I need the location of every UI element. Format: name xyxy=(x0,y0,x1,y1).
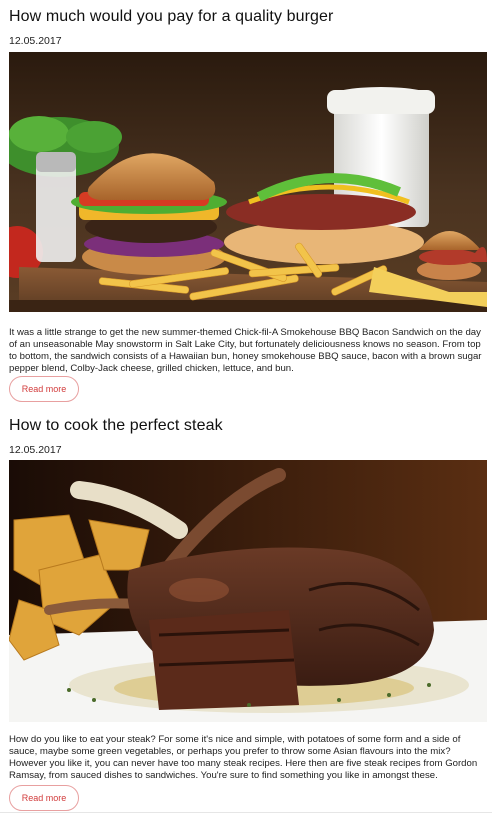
article-feed: How much would you pay for a quality bur… xyxy=(0,0,492,813)
read-more-button[interactable]: Read more xyxy=(9,785,79,811)
article-title[interactable]: How much would you pay for a quality bur… xyxy=(9,8,333,26)
steak-photo[interactable] xyxy=(9,460,487,722)
article-excerpt: It was a little strange to get the new s… xyxy=(9,326,482,374)
article-title[interactable]: How to cook the perfect steak xyxy=(9,417,223,435)
article-date: 12.05.2017 xyxy=(9,35,62,47)
burger-photo[interactable] xyxy=(9,52,487,312)
read-more-button[interactable]: Read more xyxy=(9,376,79,402)
article-date: 12.05.2017 xyxy=(9,444,62,456)
article-excerpt: How do you like to eat your steak? For s… xyxy=(9,733,478,781)
